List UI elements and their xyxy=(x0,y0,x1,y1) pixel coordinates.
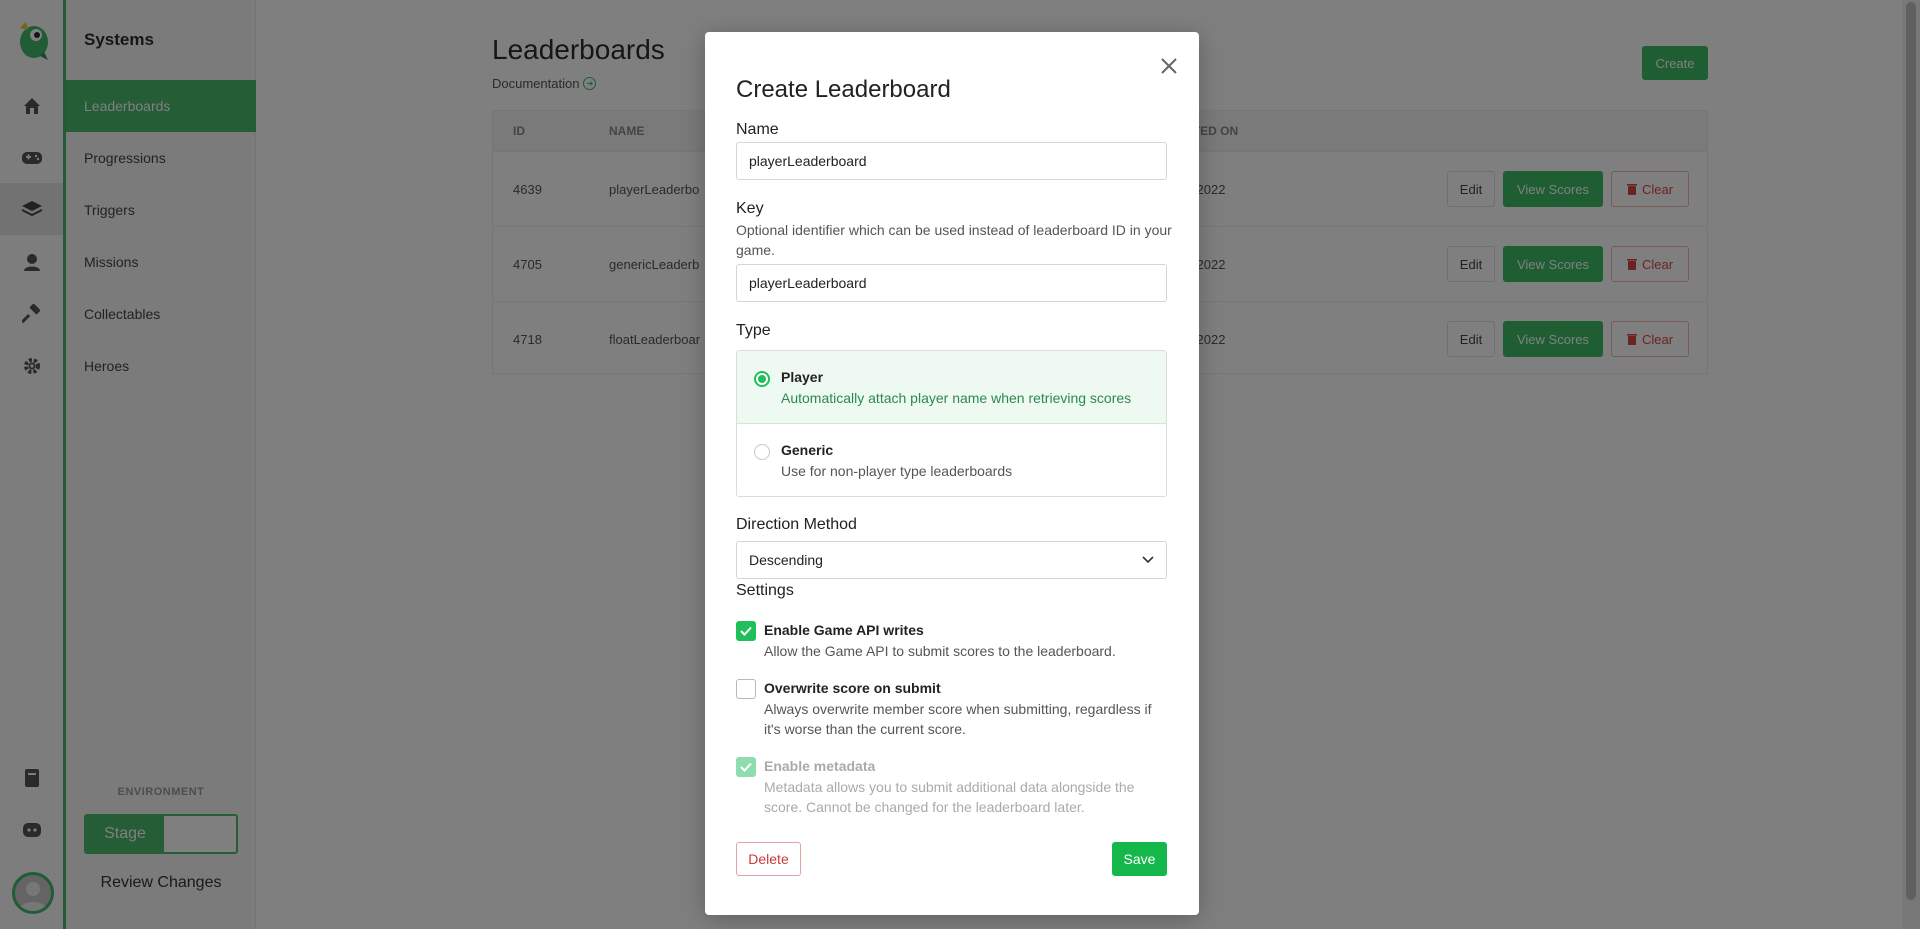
settings-label: Settings xyxy=(736,582,794,599)
type-option-description: Automatically attach player name when re… xyxy=(781,390,1132,406)
overwrite-score-checkbox[interactable] xyxy=(736,679,756,699)
modal-title: Create Leaderboard xyxy=(736,76,951,103)
setting-title: Enable metadata xyxy=(764,758,876,774)
radio-unselected-icon[interactable] xyxy=(754,444,770,460)
create-leaderboard-modal: Create Leaderboard Name Key Optional ide… xyxy=(705,32,1199,915)
save-button[interactable]: Save xyxy=(1112,842,1167,876)
type-option-description: Use for non-player type leaderboards xyxy=(781,463,1013,479)
setting-title: Overwrite score on submit xyxy=(764,680,941,696)
setting-description: Metadata allows you to submit additional… xyxy=(764,779,1135,815)
type-radio-group: Player Automatically attach player name … xyxy=(736,350,1167,497)
type-label: Type xyxy=(736,322,771,339)
key-help-text: Optional identifier which can be used in… xyxy=(736,222,1172,258)
radio-selected-icon[interactable] xyxy=(754,371,770,387)
delete-button[interactable]: Delete xyxy=(736,842,801,876)
direction-method-value: Descending xyxy=(749,552,823,568)
name-label: Name xyxy=(736,121,779,138)
setting-description: Allow the Game API to submit scores to t… xyxy=(764,643,1116,659)
setting-description: Always overwrite member score when submi… xyxy=(764,701,1152,737)
key-label: Key xyxy=(736,200,764,217)
enable-metadata-checkbox xyxy=(736,757,756,777)
type-option-generic[interactable]: Generic Use for non-player type leaderbo… xyxy=(737,424,1166,496)
type-option-player[interactable]: Player Automatically attach player name … xyxy=(737,351,1166,424)
type-option-title: Player xyxy=(781,369,824,385)
direction-method-label: Direction Method xyxy=(736,516,857,533)
close-icon[interactable] xyxy=(1155,52,1183,80)
type-option-title: Generic xyxy=(781,442,834,458)
key-field[interactable] xyxy=(736,264,1167,302)
setting-title: Enable Game API writes xyxy=(764,622,924,638)
checkmark-icon xyxy=(740,626,752,636)
direction-method-select[interactable]: Descending xyxy=(736,541,1167,579)
name-field[interactable] xyxy=(736,142,1167,180)
enable-game-api-writes-checkbox[interactable] xyxy=(736,621,756,641)
chevron-down-icon xyxy=(1142,556,1154,564)
checkmark-icon xyxy=(740,762,752,772)
